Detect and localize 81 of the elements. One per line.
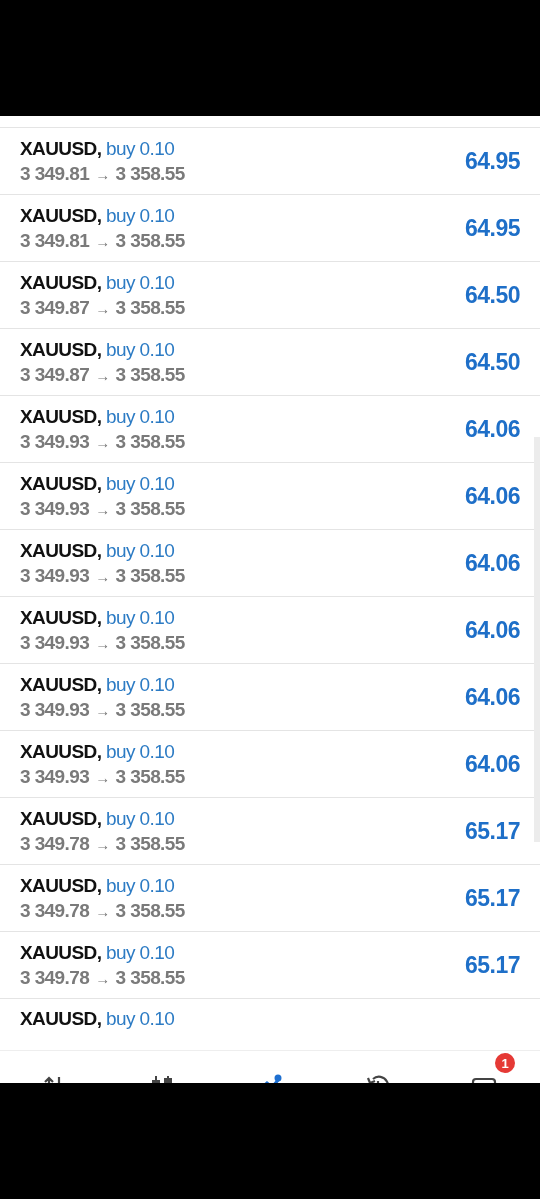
open-price: 3 349.87 [20, 362, 90, 386]
arrow-glyph: → [95, 432, 110, 453]
current-price: 3 358.55 [115, 161, 185, 185]
open-price: 3 349.93 [20, 697, 90, 721]
open-price: 3 349.93 [20, 429, 90, 453]
symbol-label: XAUUSD, [20, 1008, 102, 1029]
arrow-glyph: → [95, 834, 110, 855]
symbol-label: XAUUSD, [20, 472, 102, 494]
open-price: 3 349.93 [20, 764, 90, 788]
arrow-glyph: → [95, 164, 110, 185]
symbol-label: XAUUSD, [20, 539, 102, 561]
current-price: 3 358.55 [115, 898, 185, 922]
symbol-label: XAUUSD, [20, 405, 102, 427]
order-side-label: buy 0.10 [106, 472, 175, 494]
open-price: 3 349.93 [20, 563, 90, 587]
order-side-label: buy 0.10 [106, 740, 175, 762]
symbol-label: XAUUSD, [20, 941, 102, 963]
order-side-label: buy 0.10 [106, 1008, 175, 1029]
order-side-label: buy 0.10 [106, 405, 175, 427]
current-price: 3 358.55 [115, 630, 185, 654]
open-price: 3 349.78 [20, 898, 90, 922]
arrow-glyph: → [95, 499, 110, 520]
current-price: 3 358.55 [115, 965, 185, 989]
symbol-label: XAUUSD, [20, 740, 102, 762]
profit-value: 64.06 [464, 415, 520, 443]
order-side-label: buy 0.10 [106, 941, 175, 963]
profit-value: 64.95 [464, 147, 520, 175]
arrow-glyph: → [95, 901, 110, 922]
symbol-label: XAUUSD, [20, 204, 102, 226]
profit-value: 64.06 [464, 482, 520, 510]
symbol-label: XAUUSD, [20, 673, 102, 695]
order-side-label: buy 0.10 [106, 271, 175, 293]
profit-value: 64.06 [464, 750, 520, 778]
current-price: 3 358.55 [115, 831, 185, 855]
open-price: 3 349.81 [20, 228, 90, 252]
arrow-glyph: → [95, 968, 110, 989]
current-price: 3 358.55 [115, 563, 185, 587]
order-side-label: buy 0.10 [106, 874, 175, 896]
profit-value: 65.17 [464, 884, 520, 912]
profit-value: 65.17 [464, 817, 520, 845]
profit-value: 65.17 [464, 951, 520, 979]
arrow-glyph: → [95, 566, 110, 587]
order-side-label: buy 0.10 [106, 338, 175, 360]
current-price: 3 358.55 [115, 429, 185, 453]
symbol-label: XAUUSD, [20, 874, 102, 896]
current-price: 3 358.55 [115, 764, 185, 788]
arrow-glyph: → [95, 767, 110, 788]
arrow-glyph: → [95, 231, 110, 252]
open-price: 3 349.93 [20, 630, 90, 654]
order-side-label: buy 0.10 [106, 204, 175, 226]
order-side-label: buy 0.10 [106, 137, 175, 159]
arrow-glyph: → [95, 700, 110, 721]
symbol-label: XAUUSD, [20, 338, 102, 360]
notification-badge: 1 [495, 1053, 515, 1073]
current-price: 3 358.55 [115, 228, 185, 252]
current-price: 3 358.55 [115, 496, 185, 520]
current-price: 3 358.55 [115, 295, 185, 319]
order-side-label: buy 0.10 [106, 807, 175, 829]
open-price: 3 349.81 [20, 161, 90, 185]
open-price: 3 349.78 [20, 965, 90, 989]
arrow-glyph: → [95, 633, 110, 654]
symbol-label: XAUUSD, [20, 807, 102, 829]
profit-value: 64.95 [464, 214, 520, 242]
symbol-label: XAUUSD, [20, 137, 102, 159]
arrow-glyph: → [95, 365, 110, 386]
open-price: 3 349.93 [20, 496, 90, 520]
current-price: 3 358.55 [115, 697, 185, 721]
current-price: 3 358.55 [115, 362, 185, 386]
order-side-label: buy 0.10 [106, 539, 175, 561]
symbol-label: XAUUSD, [20, 271, 102, 293]
profit-value: 64.50 [464, 281, 520, 309]
order-side-label: buy 0.10 [106, 606, 175, 628]
open-price: 3 349.78 [20, 831, 90, 855]
symbol-label: XAUUSD, [20, 606, 102, 628]
order-side-label: buy 0.10 [106, 673, 175, 695]
open-price: 3 349.87 [20, 295, 90, 319]
profit-value: 64.06 [464, 616, 520, 644]
profit-value: 64.50 [464, 348, 520, 376]
arrow-glyph: → [95, 298, 110, 319]
profit-value: 64.06 [464, 549, 520, 577]
profit-value: 64.06 [464, 683, 520, 711]
